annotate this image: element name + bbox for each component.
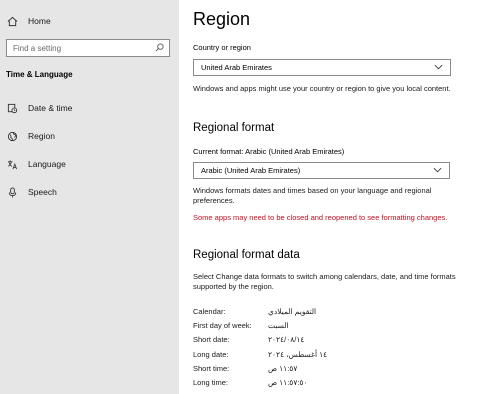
restart-warning: Some apps may need to be closed and reop… [193, 213, 448, 222]
format-row-value: ١١:٥٧:٥٠ ص [268, 378, 308, 387]
sidebar-item-label: Region [28, 131, 55, 141]
regional-format-data-heading: Regional format data [193, 249, 300, 261]
country-description: Windows and apps might use your country … [193, 84, 451, 93]
microphone-icon [6, 186, 18, 198]
format-row-long-time: Long time: ١١:٥٧:٥٠ ص [193, 378, 433, 389]
search-icon[interactable] [155, 39, 164, 57]
format-row-first-day: First day of week: السبت [193, 321, 433, 332]
format-row-key: Short date: [193, 335, 230, 344]
language-icon [6, 158, 18, 170]
sidebar-item-speech[interactable]: Speech [6, 185, 57, 199]
format-row-value: ٢٠٢٤/٠٨/١٤ [268, 335, 305, 344]
sidebar-item-region[interactable]: Region [6, 129, 55, 143]
page-title: Region [193, 9, 251, 29]
country-value: United Arab Emirates [201, 63, 272, 72]
format-row-key: Short time: [193, 364, 230, 373]
format-row-key: Long time: [193, 378, 229, 387]
sidebar-item-label: Language [28, 159, 66, 169]
country-dropdown[interactable]: United Arab Emirates [193, 59, 451, 76]
current-format-label: Current format: Arabic (United Arab Emir… [193, 147, 345, 156]
country-label: Country or region [193, 43, 251, 52]
sidebar-item-label: Date & time [28, 103, 73, 113]
nav-home[interactable]: Home [6, 13, 51, 29]
format-description: Windows formats dates and times based on… [193, 186, 432, 205]
sidebar-item-label: Speech [28, 187, 57, 197]
format-row-value: السبت [268, 321, 289, 330]
sidebar-item-language[interactable]: Language [6, 157, 66, 171]
chevron-down-icon [433, 166, 442, 175]
search-box[interactable] [6, 39, 170, 57]
format-dropdown[interactable]: Arabic (United Arab Emirates) [193, 162, 450, 179]
home-icon [6, 15, 18, 27]
sidebar-item-date-time[interactable]: Date & time [6, 101, 72, 115]
nav-home-label: Home [28, 16, 51, 26]
format-row-key: Long date: [193, 350, 229, 359]
search-input[interactable] [13, 43, 143, 53]
format-row-calendar: Calendar: التقويم الميلادي [193, 307, 433, 318]
section-title: Time & Language [6, 70, 73, 79]
sidebar: Home Time & Language Date & time Region … [0, 0, 179, 394]
format-row-value: ١٤ أغسطس، ٢٠٢٤ [268, 350, 328, 359]
format-row-short-time: Short time: ١١:٥٧ ص [193, 364, 433, 375]
data-description: Select Change data formats to switch amo… [193, 272, 456, 291]
format-value: Arabic (United Arab Emirates) [201, 166, 301, 175]
globe-icon [6, 130, 18, 142]
format-row-long-date: Long date: ١٤ أغسطس، ٢٠٢٤ [193, 350, 433, 361]
regional-format-heading: Regional format [193, 122, 275, 134]
chevron-down-icon [434, 63, 443, 72]
format-row-short-date: Short date: ٢٠٢٤/٠٨/١٤ [193, 335, 433, 346]
format-row-key: First day of week: [193, 321, 252, 330]
format-row-value: ١١:٥٧ ص [268, 364, 298, 373]
format-row-value: التقويم الميلادي [268, 307, 317, 316]
clock-icon [6, 102, 18, 114]
format-row-key: Calendar: [193, 307, 226, 316]
